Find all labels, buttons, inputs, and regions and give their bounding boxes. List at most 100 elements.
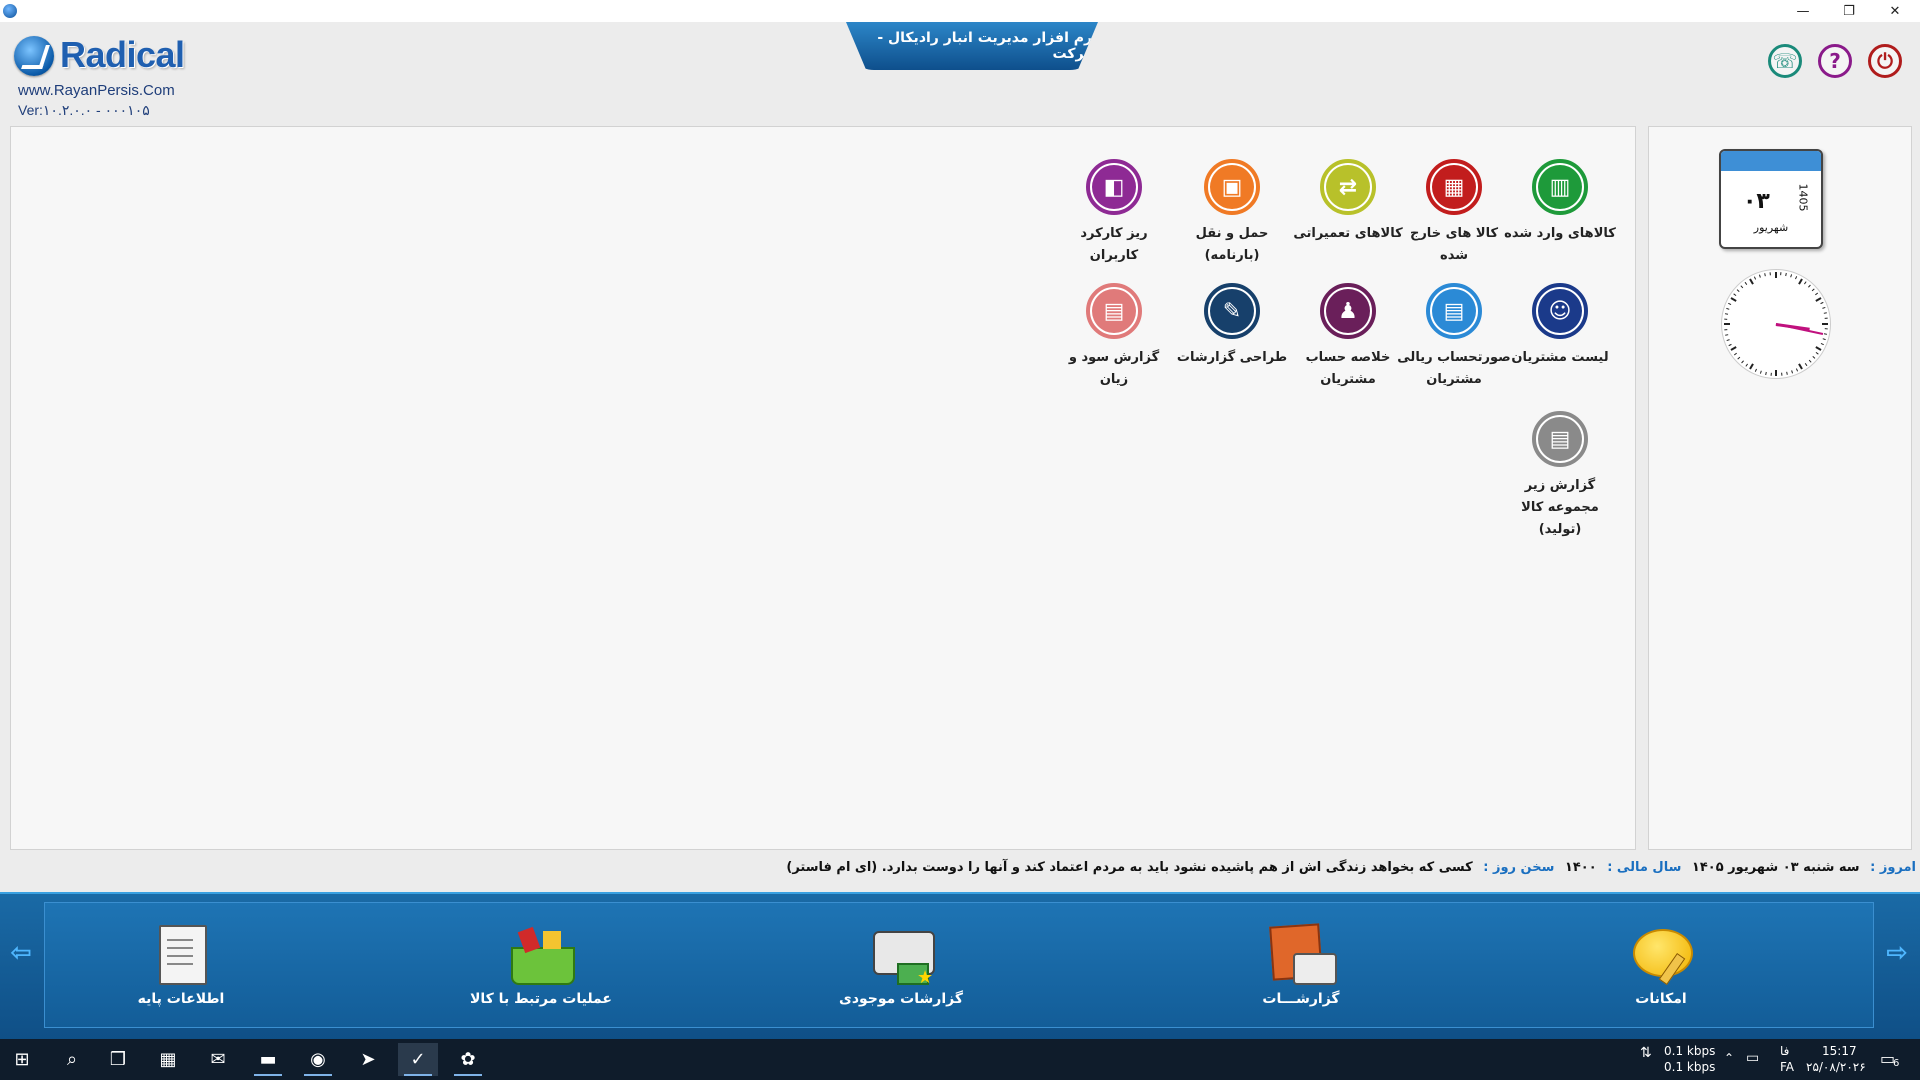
phone-icon[interactable]: ☏ bbox=[1768, 44, 1802, 78]
clock-time[interactable]: 15:17 bbox=[1822, 1044, 1857, 1058]
network-icon[interactable]: ▭ bbox=[1746, 1050, 1759, 1066]
bottom-ribbon: امکانات گزارشـــات ★ گزارشات موجودی عملیات م… bbox=[0, 892, 1920, 1041]
firefox-icon[interactable]: ◉ bbox=[298, 1043, 338, 1076]
menu-tile[interactable]: ⇄ کالاهای تعمیراتی bbox=[1289, 159, 1407, 245]
menu-tile-label: کالاهای وارد شده bbox=[1504, 226, 1616, 241]
radical-app-taskbar-icon[interactable]: ✓ bbox=[398, 1043, 438, 1076]
clock-tick bbox=[1815, 292, 1819, 296]
clock-tick bbox=[1781, 372, 1783, 376]
language-indicator-fa[interactable]: فا bbox=[1780, 1044, 1789, 1058]
start-button[interactable]: ⊞ bbox=[2, 1043, 42, 1076]
clock-tick bbox=[1795, 276, 1798, 280]
ribbon-item-label: گزارشـــات bbox=[1262, 991, 1340, 1007]
search-icon[interactable]: ⌕ bbox=[52, 1043, 92, 1076]
clock-tick bbox=[1764, 273, 1766, 277]
profit-report-icon: ▤ bbox=[1086, 283, 1142, 339]
mail-icon[interactable]: ✉ bbox=[198, 1043, 238, 1076]
menu-tile-label: خلاصه حساب مشتریان bbox=[1305, 350, 1391, 387]
chart-icon: ▥ bbox=[1532, 159, 1588, 215]
printer-report-icon bbox=[1267, 923, 1337, 985]
today-value: سه شنبه ۰۳ شهریور ۱۴۰۵ bbox=[1691, 860, 1860, 875]
today-label: امروز : bbox=[1870, 860, 1916, 875]
menu-tile[interactable]: ▣ حمل و نقل (بارنامه) bbox=[1173, 159, 1291, 267]
minimize-button[interactable]: — bbox=[1780, 0, 1826, 22]
task-view-icon[interactable]: ❒ bbox=[98, 1043, 138, 1076]
version-label: Ver:۱۰.۲.۰.۰ - ۰۰۰۱۰۵ bbox=[18, 102, 150, 118]
clock-tick bbox=[1791, 370, 1794, 374]
ribbon-item-label: گزارشات موجودی bbox=[838, 991, 963, 1007]
clock-tick bbox=[1798, 363, 1803, 370]
clock-tick bbox=[1798, 278, 1803, 285]
menu-tile[interactable]: ♟ خلاصه حساب مشتریان bbox=[1289, 283, 1407, 391]
ribbon-item[interactable]: عملیات مرتبط با کالا bbox=[451, 923, 631, 1007]
basket-icon bbox=[507, 923, 575, 985]
menu-tile[interactable]: ▦ کالا های خارج شده bbox=[1395, 159, 1513, 267]
telegram-icon[interactable]: ➤ bbox=[348, 1043, 388, 1076]
inventory-printer-icon: ★ bbox=[867, 923, 935, 988]
ribbon-item[interactable]: اطلاعات پایه bbox=[91, 923, 271, 1007]
shuffle-icon: ⇄ bbox=[1320, 159, 1376, 215]
ribbon-item-label: اطلاعات پایه bbox=[137, 991, 225, 1007]
clock-tick bbox=[1730, 297, 1737, 302]
close-button[interactable]: ✕ bbox=[1872, 0, 1918, 22]
clock-date[interactable]: ۲۵/۰۸/۲۰۲۶ bbox=[1806, 1060, 1866, 1074]
ribbon-right-arrow-icon[interactable]: ⇨ bbox=[1884, 940, 1910, 966]
ribbon-item[interactable]: امکانات bbox=[1571, 923, 1751, 1007]
clock-tick bbox=[1769, 272, 1771, 276]
paint-icon[interactable]: ✿ bbox=[448, 1043, 488, 1076]
file-explorer-icon[interactable]: ▬ bbox=[248, 1043, 288, 1076]
ribbon-item[interactable]: گزارشـــات bbox=[1211, 923, 1391, 1007]
quote-text: کسی که بخواهد زندگی اش از هم پاشیده نشود… bbox=[786, 860, 1473, 875]
clock-tick bbox=[1741, 360, 1744, 364]
menu-tile-label: طراحی گزارشات bbox=[1176, 350, 1288, 365]
menu-tile-label: صورتحساب ریالی مشتریان bbox=[1397, 350, 1511, 387]
menu-tile[interactable]: ◧ ریز کارکرد کاربران bbox=[1055, 159, 1173, 267]
clock-tick bbox=[1728, 343, 1732, 347]
menu-tile[interactable]: ▤ گزارش سود و زیان bbox=[1055, 283, 1173, 391]
ribbon-left-arrow-icon[interactable]: ⇦ bbox=[8, 940, 34, 966]
menu-tile[interactable]: ▤ گزارش زیر مجموعه کالا (تولید) bbox=[1501, 411, 1619, 541]
windows-taskbar: ⊞ ⌕ ❒ ▦ ✉ ▬ ◉ ➤ ✓ ✿ ⇅ 0.1 kbps 0.1 kbps … bbox=[0, 1039, 1920, 1080]
website-link[interactable]: www.RayanPersis.Com bbox=[18, 82, 175, 99]
store-icon[interactable]: ▦ bbox=[148, 1043, 188, 1076]
customer-icon: ☺ bbox=[1532, 283, 1588, 339]
language-indicator[interactable]: FA bbox=[1780, 1060, 1794, 1074]
menu-tile[interactable]: ✎ طراحی گزارشات bbox=[1173, 283, 1291, 369]
exit-icon[interactable]: ⏻ bbox=[1868, 44, 1902, 78]
menu-tile[interactable]: ▥ کالاهای وارد شده bbox=[1501, 159, 1619, 245]
clock-tick bbox=[1822, 306, 1826, 309]
clock-tick bbox=[1744, 281, 1748, 285]
show-hidden-icons[interactable]: ⌃ bbox=[1724, 1051, 1734, 1065]
clock-tick bbox=[1765, 371, 1767, 376]
menu-tile[interactable]: ▤ صورتحساب ریالی مشتریان bbox=[1395, 283, 1513, 391]
clock-tick bbox=[1815, 351, 1819, 355]
analog-clock bbox=[1721, 269, 1831, 379]
ribbon-item[interactable]: ★ گزارشات موجودی bbox=[811, 923, 991, 1007]
calendar-header bbox=[1721, 151, 1821, 171]
clock-tick bbox=[1822, 323, 1828, 325]
ribbon-toolbar: امکانات گزارشـــات ★ گزارشات موجودی عملیات م… bbox=[44, 902, 1874, 1028]
clock-tick bbox=[1822, 338, 1826, 341]
clock-tick bbox=[1724, 313, 1729, 315]
clock-tick bbox=[1728, 302, 1732, 305]
clock-tick bbox=[1724, 329, 1728, 331]
clock-minute-hand bbox=[1775, 323, 1824, 335]
clock-tick bbox=[1812, 356, 1816, 359]
quote-label: سخن روز : bbox=[1483, 860, 1555, 875]
manager-icon: ♟ bbox=[1320, 283, 1376, 339]
menu-tile[interactable]: ☺ لیست مشتریان bbox=[1501, 283, 1619, 369]
clock-tick bbox=[1815, 297, 1822, 302]
clock-tick bbox=[1775, 370, 1777, 376]
invoice-icon: ▤ bbox=[1426, 283, 1482, 339]
exit-chart-icon: ▦ bbox=[1426, 159, 1482, 215]
calendar-year: 1405 bbox=[1796, 183, 1810, 212]
fiscal-year-value: ۱۴۰۰ bbox=[1564, 860, 1597, 875]
clock-tick bbox=[1770, 372, 1772, 376]
bus-icon: ▣ bbox=[1204, 159, 1260, 215]
help-icon[interactable]: ? bbox=[1818, 44, 1852, 78]
report-design-icon: ✎ bbox=[1204, 283, 1260, 339]
clock-tick bbox=[1749, 363, 1754, 370]
calendar-month: شهریور bbox=[1753, 221, 1789, 234]
maximize-button[interactable]: ❐ bbox=[1826, 0, 1872, 22]
clock-tick bbox=[1795, 368, 1799, 372]
